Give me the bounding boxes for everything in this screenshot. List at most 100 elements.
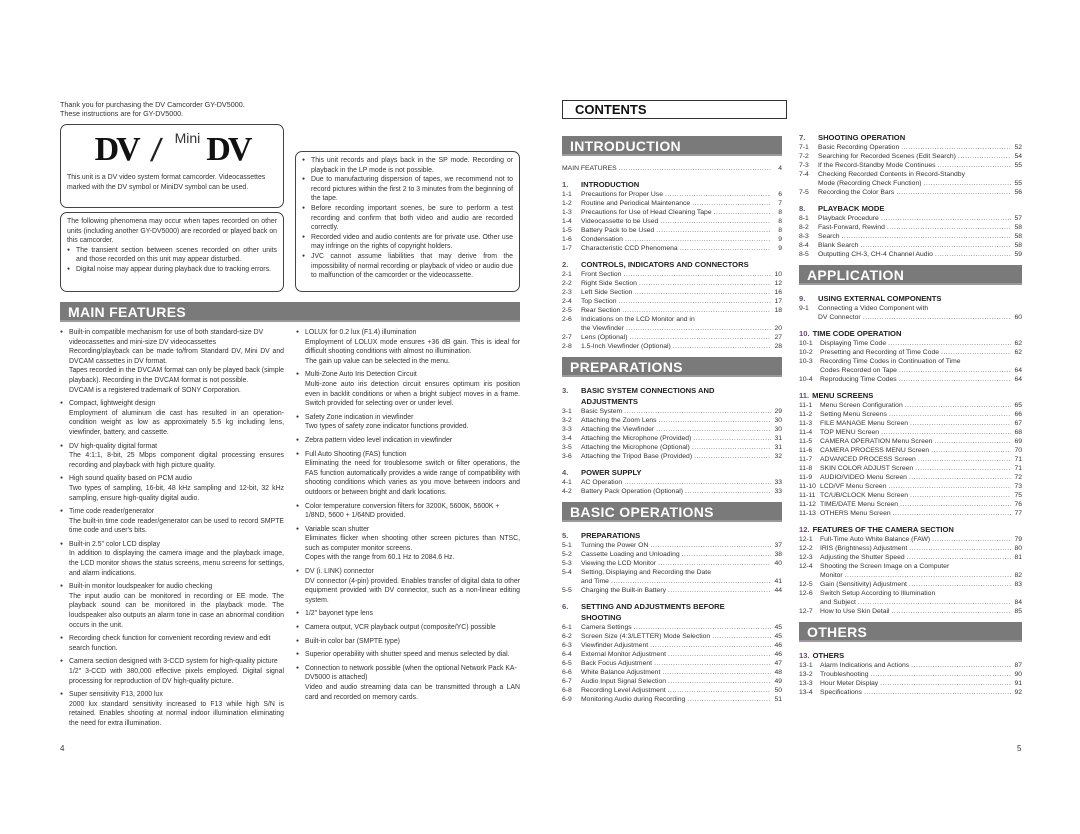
toc-leader-dots xyxy=(654,659,771,668)
toc-chapter: 12. FEATURES OF THE CAMERA SECTION 12-1 Ful… xyxy=(799,524,1022,616)
toc-page-number: 52 xyxy=(1014,144,1022,151)
toc-leader-dots xyxy=(692,443,771,452)
toc-leader-dots xyxy=(687,695,771,704)
feature-item: Recording check function for convenient … xyxy=(60,634,284,653)
feature-description: Eliminating the need for troublesome swi… xyxy=(305,460,520,496)
toc-leader-dots xyxy=(863,313,1011,322)
toc-leader-dots xyxy=(864,688,1011,697)
notes-box: This unit records and plays back in the … xyxy=(295,151,520,292)
feature-item: LOLUX for 0.2 lux (F1.4) illuminationEmp… xyxy=(296,328,520,366)
toc-entry: 11-11 TC/UB/CLOCK Menu Screen 75 xyxy=(799,491,1022,500)
toc-leader-dots xyxy=(692,199,771,208)
toc-page-number: 70 xyxy=(1014,447,1022,454)
toc-entry-number: 12-5 xyxy=(799,581,813,588)
toc-section-bar: PREPARATIONS xyxy=(562,357,782,377)
feature-description: Multi-zone auto iris detection circuit e… xyxy=(305,380,520,408)
main-features-heading: MAIN FEATURES xyxy=(60,302,520,322)
toc-entry-number: 13-1 xyxy=(799,662,813,669)
toc-page-number: 45 xyxy=(774,633,782,640)
toc-entry-number: 3-1 xyxy=(562,408,572,415)
toc-leader-dots xyxy=(907,553,1011,562)
toc-entry-cont: Mode (Recording Check Function) 55 xyxy=(799,179,1022,188)
feature-title: Variable scan shutter xyxy=(296,525,520,535)
toc-entry-number: 13-4 xyxy=(799,689,813,696)
toc-page-number: 27 xyxy=(774,334,782,341)
toc-entry-cont: DV Connector 60 xyxy=(799,313,1022,322)
toc-leader-dots xyxy=(931,446,1011,455)
toc-page-number: 57 xyxy=(1014,215,1022,222)
toc-entry-title: FILE MANAGE Menu Screen xyxy=(820,420,909,427)
toc-entry-cont: the Viewfinder 20 xyxy=(562,324,782,333)
toc-entry-number: 2-8 xyxy=(562,343,572,350)
toc-leader-dots xyxy=(660,217,771,226)
toc-leader-dots xyxy=(842,232,1011,241)
toc-entry-title: Monitoring Audio during Recording xyxy=(581,696,686,703)
toc-entry-number: 11-2 xyxy=(799,411,813,418)
toc-leader-dots xyxy=(673,342,771,351)
toc-page-number: 71 xyxy=(1014,456,1022,463)
toc-chapter-title-cont: ADJUSTMENTS xyxy=(581,397,638,406)
toc-page-number: 20 xyxy=(774,325,782,332)
toc-column-right: 7. SHOOTING OPERATION 7-1 Basic Recording O… xyxy=(799,126,1022,701)
toc-chapter-heading: 4. POWER SUPPLY xyxy=(562,467,782,478)
toc-page-number: 58 xyxy=(1014,233,1022,240)
toc-entry-title: Searching for Recorded Scenes (Edit Sear… xyxy=(818,153,956,160)
toc-page-number: 38 xyxy=(774,551,782,558)
toc-entry-number: 11-11 xyxy=(799,492,816,499)
instructions-line: These instructions are for GY-DV5000. xyxy=(60,109,184,118)
toc-entry-number: 4-1 xyxy=(562,479,572,486)
toc-leader-dots xyxy=(880,679,1011,688)
toc-entry-number: 7-4 xyxy=(799,171,809,178)
toc-entry-title: Presetting and Recording of Time Code xyxy=(820,349,940,356)
toc-leader-dots xyxy=(845,571,1011,580)
toc-page-number: 30 xyxy=(774,426,782,433)
toc-entry: 8-3 Search 58 xyxy=(799,232,1022,241)
toc-entry-title: Back Focus Adjustment xyxy=(581,660,653,667)
toc-entry-number: 10-3 xyxy=(799,358,813,365)
toc-page-number: 77 xyxy=(1014,510,1022,517)
feature-description: Eliminates flicker when shooting other s… xyxy=(305,535,520,552)
logo-separator: / xyxy=(148,132,164,168)
feature-description: Two types of safety zone indicator funct… xyxy=(305,423,469,431)
toc-entry-number: 4-2 xyxy=(562,488,572,495)
toc-entry: 7-2 Searching for Recorded Scenes (Edit S… xyxy=(799,152,1022,161)
toc-entry: 12-2 IRIS (Brightness) Adjustment 80 xyxy=(799,544,1022,553)
feature-item: DV high-quality digital formatThe 4:1:1,… xyxy=(60,442,284,471)
toc-entry-cont: Monitor 82 xyxy=(799,571,1022,580)
toc-chapter-title-cont: SHOOTING xyxy=(581,613,622,622)
toc-entry-title: Hour Meter Display xyxy=(820,680,879,687)
toc-entry-title: Attaching the Zoom Lens xyxy=(581,417,657,424)
toc-chapter-title: TIME CODE OPERATION xyxy=(812,329,902,338)
toc-entry-title: OTHERS Menu Screen xyxy=(820,510,891,517)
toc-leader-dots xyxy=(924,179,1011,188)
toc-entry: 1-7 Characteristic CCD Phenomena 9 xyxy=(562,244,782,253)
toc-chapter-heading: 6. SETTING AND ADJUSTMENTS BEFORE SHOOTING xyxy=(562,601,782,623)
toc-page-number: 7 xyxy=(778,200,782,207)
feature-title: Zebra pattern video level indication in … xyxy=(296,436,520,446)
toc-entry: 11-8 SKIN COLOR ADJUST Screen 71 xyxy=(799,464,1022,473)
feature-title: Super sensitivity F13, 2000 lux xyxy=(60,690,284,700)
toc-leader-dots xyxy=(909,580,1011,589)
feature-description: Employment of LOLUX mode ensures +36 dB … xyxy=(305,338,520,356)
toc-entry-title: Top Section xyxy=(581,298,617,305)
toc-page-number: 4 xyxy=(778,165,782,172)
toc-page-number: 40 xyxy=(774,560,782,567)
toc-entry-number: 2-6 xyxy=(562,316,572,323)
toc-leader-dots xyxy=(893,509,1011,518)
toc-entry-number: 2-3 xyxy=(562,289,572,296)
toc-page-number: 46 xyxy=(774,642,782,649)
toc-leader-dots xyxy=(656,226,771,235)
toc-leader-dots xyxy=(889,482,1012,491)
toc-entry-title: Reproducing Time Codes xyxy=(820,376,897,383)
toc-entry: 6-5 Back Focus Adjustment 47 xyxy=(562,659,782,668)
toc-entry-title: Precautions for Proper Use xyxy=(581,191,663,198)
toc-entry: 12-4 Shooting the Screen Image on a Compu… xyxy=(799,562,1022,571)
toc-leader-dots xyxy=(858,598,1011,607)
toc-page-number: 91 xyxy=(1014,680,1022,687)
toc-page-number: 46 xyxy=(774,651,782,658)
toc-entry: 11-5 CAMERA OPERATION Menu Screen 69 xyxy=(799,437,1022,446)
toc-page-number: 18 xyxy=(774,307,782,314)
note-bullet: Due to manufacturing dispersion of tapes… xyxy=(302,175,513,204)
feature-title: High sound quality based on PCM audio xyxy=(60,474,284,484)
toc-entry-title: Setting Menu Screens xyxy=(820,411,887,418)
